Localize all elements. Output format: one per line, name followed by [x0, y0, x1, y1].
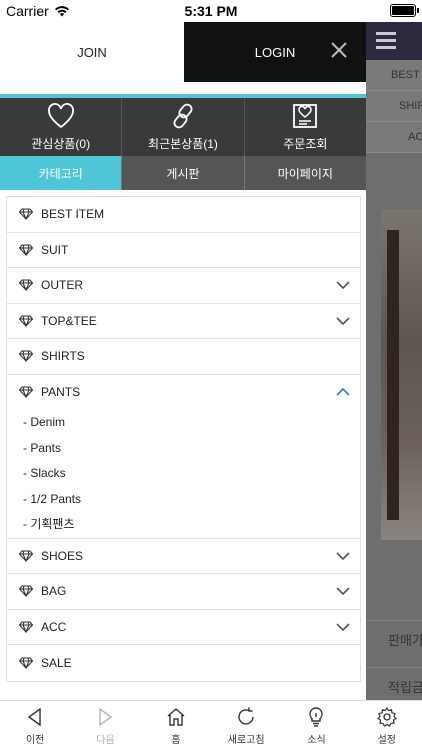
bottom-toolbar: 이전 다음 홈 새로고침 소식 설정: [0, 700, 422, 750]
hamburger-icon[interactable]: [376, 32, 396, 53]
quick-links: 관심상품(0) 최근본상품(1) 주문조회: [0, 98, 366, 156]
diamond-icon: [19, 350, 33, 363]
category-shoes[interactable]: SHOES: [7, 539, 360, 574]
recent-link[interactable]: 최근본상품(1): [122, 98, 245, 156]
category-shirts[interactable]: SHIRTS: [7, 339, 360, 375]
background-strip: SHIF: [366, 91, 422, 122]
join-button[interactable]: JOIN: [0, 22, 184, 82]
background-page: BEST SHIF AC 판매가 적립금: [366, 22, 422, 700]
category-suit[interactable]: SUIT: [7, 233, 360, 268]
diamond-icon: [19, 279, 33, 292]
wishlist-label: 관심상품(0): [31, 137, 91, 151]
category-pants[interactable]: PANTS: [7, 375, 360, 411]
news-label: 소식: [307, 734, 326, 746]
back-icon: [27, 707, 41, 726]
login-button[interactable]: LOGIN: [255, 45, 295, 60]
points-row: 적립금: [366, 667, 422, 700]
diamond-icon: [19, 208, 33, 221]
link-icon: [173, 103, 193, 129]
subcategory-special-pants[interactable]: - 기획팬츠: [7, 512, 360, 538]
bulb-icon: [309, 706, 324, 727]
background-strip: BEST: [366, 60, 422, 91]
back-label: 이전: [25, 734, 45, 746]
background-topbar: [366, 22, 422, 60]
clock: 5:31 PM: [184, 3, 238, 19]
chevron-down-icon[interactable]: [336, 316, 350, 326]
subcategory-slacks[interactable]: - Slacks: [7, 461, 360, 487]
category-label: TOP&TEE: [41, 313, 97, 328]
chevron-up-icon[interactable]: [336, 387, 350, 397]
diamond-icon: [19, 315, 33, 327]
tab-mypage[interactable]: 마이페이지: [244, 156, 366, 190]
settings-label: 설정: [377, 734, 396, 746]
chevron-down-icon[interactable]: [336, 586, 350, 596]
diamond-icon: [19, 621, 33, 633]
category-sale[interactable]: SALE: [7, 645, 360, 681]
category-best-item[interactable]: BEST ITEM: [7, 197, 360, 233]
category-label: SHOES: [41, 548, 84, 563]
battery-icon: [390, 4, 419, 17]
diamond-icon: [19, 550, 33, 562]
menu-tabs: 카테고리 게시판 마이페이지: [0, 156, 366, 190]
back-button[interactable]: 이전: [0, 701, 70, 750]
gear-icon: [376, 706, 397, 727]
news-button[interactable]: 소식: [281, 701, 351, 750]
category-label: ACC: [41, 619, 67, 634]
forward-icon: [99, 707, 113, 726]
category-label: SUIT: [41, 242, 69, 257]
category-label: OUTER: [41, 278, 83, 293]
chevron-down-icon[interactable]: [336, 280, 350, 290]
chevron-down-icon[interactable]: [336, 622, 350, 632]
refresh-icon: [238, 707, 254, 725]
close-icon[interactable]: [328, 39, 350, 61]
home-button[interactable]: 홈: [141, 701, 211, 750]
forward-button[interactable]: 다음: [70, 701, 140, 750]
order-lookup-link[interactable]: 주문조회: [245, 98, 366, 156]
category-list: BEST ITEM SUIT OUTER TOP&TEE SHIRTS PANT…: [6, 196, 361, 682]
side-menu: JOIN LOGIN 관심상품(0) 최근본상품(1) 주문조회 카테고리 게시…: [0, 22, 366, 700]
category-outer[interactable]: OUTER: [7, 268, 360, 304]
category-acc[interactable]: ACC: [7, 610, 360, 645]
wishlist-link[interactable]: 관심상품(0): [0, 98, 123, 156]
subcategory-half-pants[interactable]: - 1/2 Pants: [7, 487, 360, 513]
refresh-label: 새로고침: [227, 734, 265, 746]
auth-bar: JOIN LOGIN: [0, 22, 366, 82]
background-strip: AC: [366, 122, 422, 153]
recent-label: 최근본상품(1): [148, 137, 218, 151]
refresh-button[interactable]: 새로고침: [211, 701, 281, 750]
price-row: 판매가: [366, 620, 422, 660]
category-label: SHIRTS: [41, 349, 85, 364]
order-icon: [293, 104, 318, 128]
login-area: LOGIN: [184, 22, 366, 82]
settings-button[interactable]: 설정: [352, 701, 422, 750]
heart-icon: [47, 103, 74, 129]
category-top-tee[interactable]: TOP&TEE: [7, 304, 360, 339]
diamond-icon: [19, 386, 33, 399]
home-label: 홈: [171, 734, 181, 746]
status-bar: Carrier 5:31 PM: [0, 0, 422, 22]
tab-board[interactable]: 게시판: [122, 156, 245, 190]
forward-label: 다음: [96, 734, 115, 746]
home-icon: [167, 707, 185, 726]
category-bag[interactable]: BAG: [7, 574, 360, 610]
diamond-icon: [19, 657, 33, 669]
diamond-icon: [19, 244, 33, 256]
category-label: SALE: [41, 655, 72, 670]
subcategory-denim[interactable]: - Denim: [7, 410, 360, 436]
chevron-down-icon[interactable]: [336, 551, 350, 561]
category-label: BEST ITEM: [41, 207, 105, 222]
tab-category[interactable]: 카테고리: [0, 156, 123, 190]
category-label: PANTS: [41, 385, 81, 400]
pants-submenu: - Denim - Pants - Slacks - 1/2 Pants - 기…: [7, 410, 360, 539]
subcategory-pants[interactable]: - Pants: [7, 436, 360, 462]
product-photo: [381, 210, 422, 540]
category-label: BAG: [41, 584, 67, 599]
diamond-icon: [19, 585, 33, 598]
order-lookup-label: 주문조회: [283, 137, 328, 151]
